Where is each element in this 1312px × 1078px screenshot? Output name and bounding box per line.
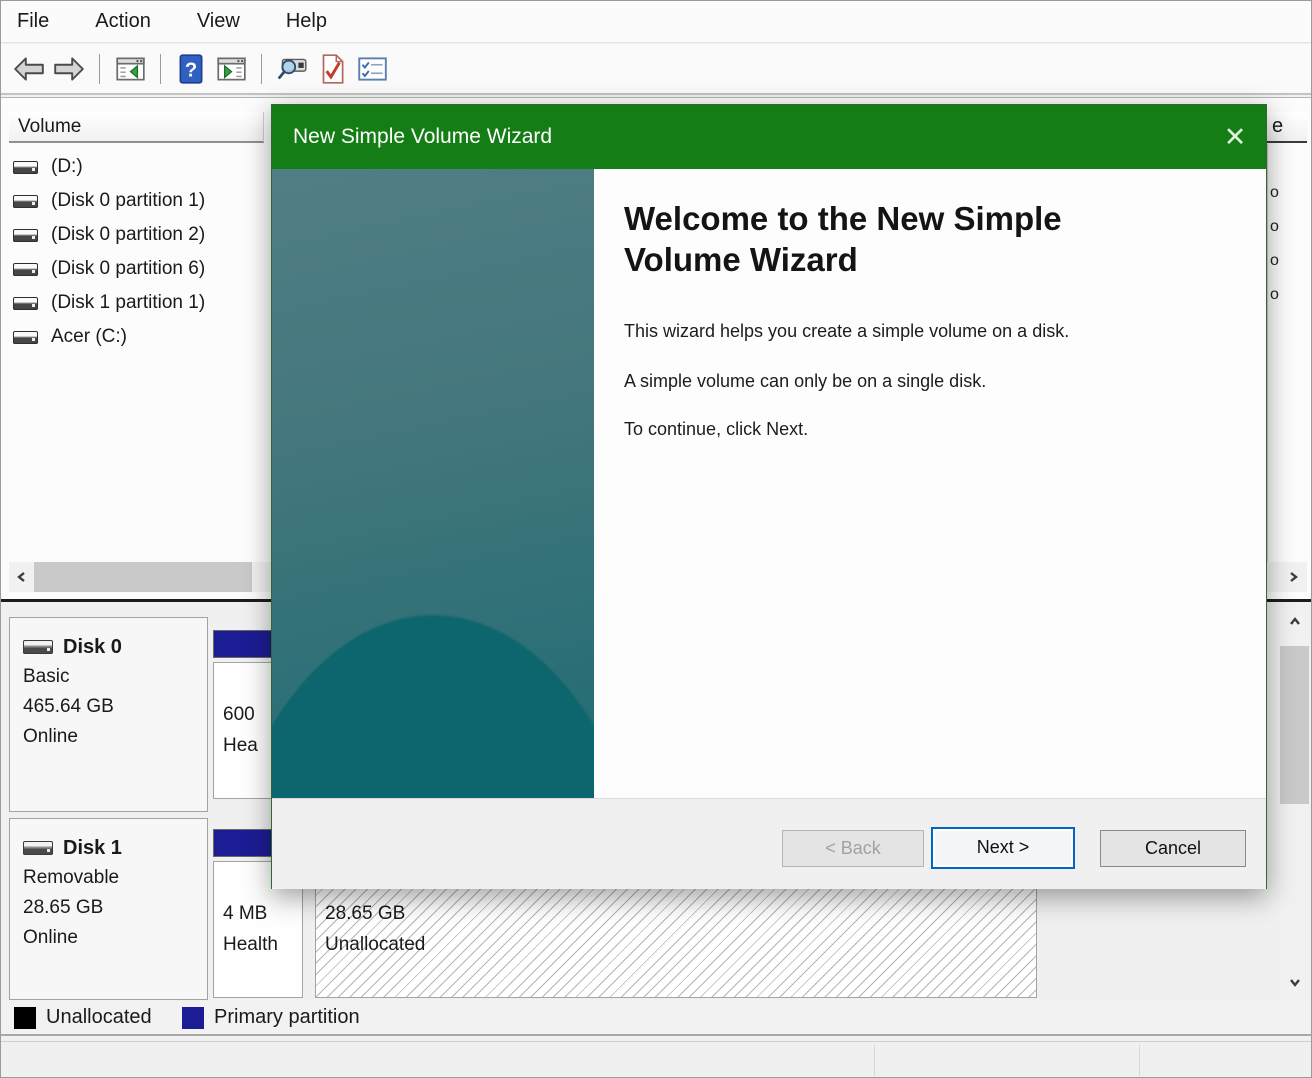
menu-view[interactable]: View [181, 1, 256, 42]
toolbar-separator [261, 54, 262, 84]
vertical-scrollbar[interactable] [1280, 609, 1309, 995]
primary-partition-swatch [182, 1007, 204, 1029]
toolbar: ? [1, 44, 1311, 95]
menu-action[interactable]: Action [79, 1, 167, 42]
disk-management-window: File Action View Help [0, 0, 1312, 1078]
volume-column-header[interactable]: Volume [9, 112, 264, 143]
volume-label: (Disk 1 partition 1) [51, 292, 205, 314]
clipped-cell-text: o [1270, 218, 1279, 236]
legend-bar: Unallocated Primary partition [1, 1001, 1312, 1036]
disk-icon [23, 640, 53, 654]
help-icon[interactable]: ? [171, 50, 211, 88]
clipped-cell-text: o [1270, 286, 1279, 304]
drive-icon [13, 229, 38, 242]
scroll-up-icon[interactable] [1280, 609, 1309, 635]
new-simple-volume-wizard-dialog: New Simple Volume Wizard ✕ Welcome to th… [271, 104, 1267, 889]
scroll-down-icon[interactable] [1280, 969, 1309, 995]
column-grid-line [1267, 144, 1268, 564]
volume-label: (Disk 0 partition 6) [51, 258, 205, 280]
wizard-paragraph: A simple volume can only be on a single … [624, 371, 1266, 392]
partition-status: Unallocated [325, 929, 1036, 960]
scroll-right-icon[interactable] [1280, 562, 1305, 592]
wizard-body: Welcome to the New Simple Volume Wizard … [272, 169, 1266, 798]
legend-primary-partition: Primary partition [182, 1006, 360, 1029]
drive-icon [13, 331, 38, 344]
disk-name: Disk 1 [63, 833, 122, 863]
console-tree-icon[interactable] [110, 50, 150, 88]
disk-name: Disk 0 [63, 632, 122, 662]
wizard-paragraph: This wizard helps you create a simple vo… [624, 321, 1266, 342]
drive-icon [13, 297, 38, 310]
partition-size: 4 MB [223, 898, 302, 929]
cancel-button[interactable]: Cancel [1100, 830, 1246, 867]
wizard-sidebar-art [272, 169, 594, 798]
legend-label: Unallocated [46, 1006, 152, 1029]
volume-label: Acer (C:) [51, 326, 127, 348]
legend-label: Primary partition [214, 1006, 360, 1029]
close-icon[interactable]: ✕ [1204, 105, 1266, 169]
partition-size: 28.65 GB [325, 898, 1036, 929]
wizard-paragraph: To continue, click Next. [624, 419, 1266, 440]
disk1-info-panel[interactable]: Disk 1 Removable 28.65 GB Online [9, 818, 208, 1000]
volume-label: (D:) [51, 156, 83, 178]
back-icon[interactable] [9, 50, 49, 88]
menu-help[interactable]: Help [270, 1, 343, 42]
drive-icon [13, 263, 38, 276]
task-list-icon[interactable] [352, 50, 392, 88]
wizard-title-bar[interactable]: New Simple Volume Wizard ✕ [272, 105, 1266, 169]
clipped-cell-text: o [1270, 252, 1279, 270]
svg-text:?: ? [185, 59, 197, 81]
scroll-left-icon[interactable] [9, 562, 34, 592]
unallocated-swatch [14, 1007, 36, 1029]
legend-unallocated: Unallocated [14, 1006, 152, 1029]
back-button: < Back [782, 830, 924, 867]
disk-icon [23, 841, 53, 855]
forward-icon[interactable] [49, 50, 89, 88]
menu-bar: File Action View Help [1, 1, 1311, 43]
partition-status: Health [223, 929, 302, 960]
drive-icon [13, 195, 38, 208]
drive-icon [13, 161, 38, 174]
toolbar-separator [160, 54, 161, 84]
disk-status: Online [23, 923, 207, 953]
disk-capacity: 465.64 GB [23, 692, 207, 722]
clipped-column-header[interactable]: e [1263, 112, 1307, 143]
vertical-scroll-thumb[interactable] [1280, 646, 1309, 804]
disk0-info-panel[interactable]: Disk 0 Basic 465.64 GB Online [9, 617, 208, 812]
horizontal-scroll-thumb[interactable] [34, 562, 252, 592]
disk-capacity: 28.65 GB [23, 893, 207, 923]
next-button[interactable]: Next > [931, 827, 1075, 869]
wizard-title: New Simple Volume Wizard [293, 125, 552, 149]
disk-status: Online [23, 722, 207, 752]
wizard-heading: Welcome to the New Simple Volume Wizard [624, 198, 1104, 281]
toolbar-separator [99, 54, 100, 84]
status-bar [1, 1041, 1312, 1078]
check-document-icon[interactable] [312, 50, 352, 88]
disk-type: Basic [23, 662, 207, 692]
wizard-footer: < Back Next > Cancel [272, 798, 1266, 889]
volume-label: (Disk 0 partition 2) [51, 224, 205, 246]
disk-type: Removable [23, 863, 207, 893]
volume-label: (Disk 0 partition 1) [51, 190, 205, 212]
status-divider [1139, 1045, 1140, 1076]
wizard-content: Welcome to the New Simple Volume Wizard … [594, 169, 1266, 798]
action-pane-icon[interactable] [211, 50, 251, 88]
menu-file[interactable]: File [1, 1, 65, 42]
disk-search-icon[interactable] [272, 50, 312, 88]
status-divider [874, 1045, 875, 1076]
clipped-cell-text: o [1270, 184, 1279, 202]
